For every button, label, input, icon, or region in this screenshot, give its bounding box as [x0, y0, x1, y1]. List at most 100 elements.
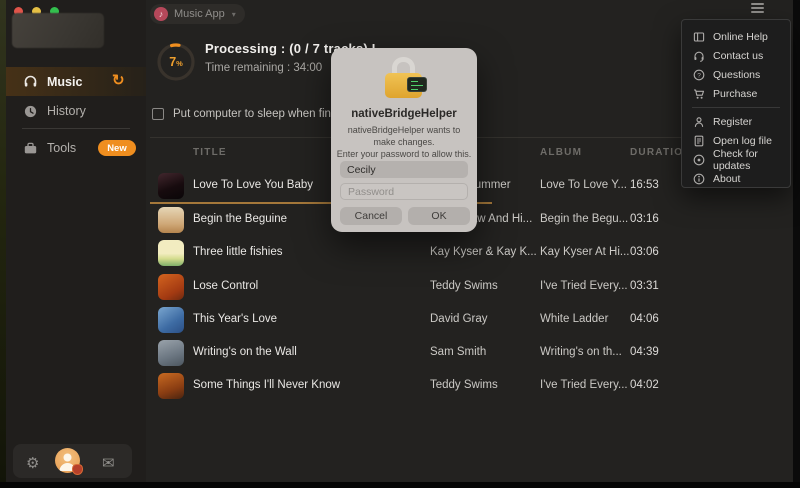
track-album: Love To Love Y... [540, 179, 627, 191]
sidebar-item-tools[interactable]: Tools New [6, 134, 146, 162]
track-artist: Sam Smith [430, 346, 487, 358]
log-file-icon [694, 135, 704, 146]
table-row[interactable]: Writing's on the Wall Sam Smith Writing'… [150, 336, 686, 369]
track-title: Love To Love You Baby [193, 179, 314, 191]
album-art [158, 373, 184, 399]
sidebar-item-music[interactable]: Music [6, 67, 146, 96]
desktop-edge-bottom [0, 482, 800, 488]
menu-item-contact-us[interactable]: Contact us [682, 46, 790, 65]
track-album: Begin the Begu... [540, 213, 629, 225]
svg-text:?: ? [697, 72, 701, 79]
headset-icon [694, 51, 704, 62]
menu-item-label: Purchase [713, 87, 758, 100]
dialog-prompt: Enter your password to allow this. [336, 149, 472, 159]
track-album: White Ladder [540, 313, 609, 325]
headphones-icon [24, 75, 37, 87]
desktop-edge-right [793, 0, 800, 488]
track-artist: Teddy Swims [430, 280, 498, 292]
menu-item-label: About [713, 172, 741, 185]
menu-item-purchase[interactable]: Purchase [682, 84, 790, 103]
new-badge: New [98, 140, 136, 156]
shield-badge-icon [72, 464, 83, 475]
menu-item-label: Online Help [713, 30, 768, 43]
update-icon [693, 154, 705, 165]
track-title: Some Things I'll Never Know [193, 379, 341, 391]
menu-item-questions[interactable]: ? Questions [682, 65, 790, 84]
sidebar-divider [22, 128, 130, 129]
time-remaining-text: Time remaining : 34:00 [205, 62, 323, 74]
dialog-title: nativeBridgeHelper [351, 108, 457, 120]
track-duration: 04:39 [630, 346, 659, 358]
album-art [158, 340, 184, 366]
mail-icon[interactable]: ✉ [102, 456, 115, 471]
table-row[interactable]: Three little fishies Kay Kyser & Kay K..… [150, 236, 686, 269]
app-title-pill[interactable]: ♪ Music App ▾ [150, 4, 245, 24]
track-album: I've Tried Every... [540, 280, 628, 292]
book-icon [693, 31, 705, 42]
track-artist: Teddy Swims [430, 379, 498, 391]
menu-item-online-help[interactable]: Online Help [682, 27, 790, 46]
clock-icon [24, 105, 37, 117]
music-note-icon: ♪ [154, 7, 168, 21]
table-row[interactable]: Lose Control Teddy Swims I've Tried Ever… [150, 270, 686, 303]
track-album: Kay Kyser At Hi... [540, 246, 630, 258]
app-logo-blurred [12, 13, 104, 48]
column-header-title[interactable]: TITLE [193, 147, 227, 158]
track-duration: 03:06 [630, 246, 659, 258]
briefcase-icon [24, 142, 37, 153]
track-title: Begin the Beguine [193, 213, 287, 225]
password-field[interactable] [340, 183, 468, 200]
menu-item-label: Register [713, 115, 753, 128]
table-row[interactable]: Some Things I'll Never Know Teddy Swims … [150, 369, 686, 402]
terminal-badge-icon [407, 77, 427, 92]
track-duration: 04:02 [630, 379, 659, 391]
app-dropdown-menu: Online Help Contact us ? Questions Purch… [681, 19, 791, 188]
menu-item-label: Contact us [713, 49, 764, 62]
album-art [158, 240, 184, 266]
info-icon [693, 173, 705, 184]
hamburger-menu-icon[interactable] [751, 3, 764, 14]
menu-item-about[interactable]: About [682, 169, 790, 188]
table-row[interactable]: This Year's Love David Gray White Ladder… [150, 303, 686, 336]
dialog-message: nativeBridgeHelper wants to make changes… [347, 125, 461, 148]
username-field[interactable] [340, 161, 468, 178]
cancel-button[interactable]: Cancel [340, 207, 402, 225]
album-art [158, 307, 184, 333]
column-header-album[interactable]: ALBUM [540, 147, 582, 158]
track-duration: 16:53 [630, 179, 659, 191]
track-album: Writing's on th... [540, 346, 622, 358]
progress-percent: 7% [169, 55, 183, 69]
track-title: This Year's Love [193, 313, 278, 325]
sidebar-item-history[interactable]: History [6, 97, 146, 125]
track-artist: David Gray [430, 313, 488, 325]
menu-item-register[interactable]: Register [682, 112, 790, 131]
track-title: Writing's on the Wall [193, 346, 297, 358]
menu-item-label: Check for updates [713, 147, 758, 172]
question-icon: ? [693, 69, 705, 80]
track-title: Lose Control [193, 280, 259, 292]
track-artist: Kay Kyser & Kay K... [430, 246, 537, 258]
ok-button[interactable]: OK [408, 207, 470, 225]
sleep-checkbox[interactable] [152, 108, 164, 120]
auth-dialog: nativeBridgeHelper nativeBridgeHelper wa… [331, 48, 477, 232]
track-duration: 03:16 [630, 213, 659, 225]
sidebar-item-label: History [47, 104, 86, 118]
user-icon [694, 116, 704, 127]
sidebar-item-label: Tools [47, 141, 77, 155]
gear-icon[interactable]: ⚙ [26, 456, 39, 471]
menu-item-label: Open log file [713, 134, 772, 147]
app-title: Music App [174, 8, 225, 20]
track-album: I've Tried Every... [540, 379, 628, 391]
cart-icon [694, 88, 705, 99]
album-art [158, 274, 184, 300]
sidebar-item-label: Music [47, 74, 83, 89]
chevron-down-icon: ▾ [231, 9, 236, 19]
sleep-checkbox-row: Put computer to sleep when finished [152, 108, 358, 120]
menu-item-check-for-updates[interactable]: Check for updates [682, 147, 790, 172]
refresh-icon[interactable]: ↻ [112, 71, 125, 89]
menu-divider [692, 107, 780, 108]
album-art [158, 207, 184, 233]
album-art [158, 173, 184, 199]
track-title: Three little fishies [193, 246, 283, 258]
track-duration: 03:31 [630, 280, 659, 292]
